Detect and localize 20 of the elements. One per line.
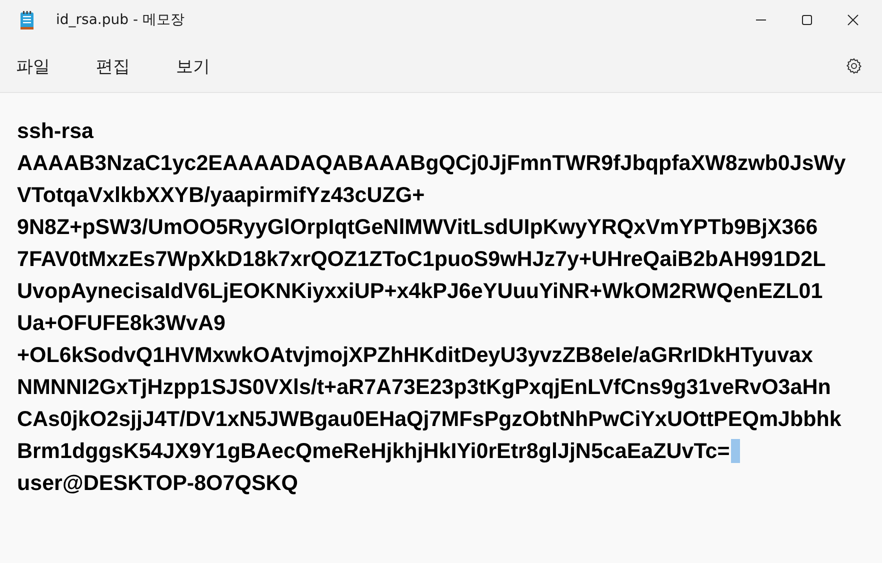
- text-line: NMNNI2GxTjHzpp1SJS0VXls/t+aR7A73E23p3tKgPxqjEnLVfCns9g31veRvO3aHn: [17, 374, 831, 401]
- maximize-icon: [801, 14, 813, 26]
- settings-icon: [845, 57, 863, 75]
- menu-item[interactable]: 보기: [166, 48, 220, 84]
- menu-item[interactable]: 파일: [6, 48, 60, 84]
- window-title: id_rsa.pub - 메모장: [56, 11, 186, 29]
- text-line: user@DESKTOP-8O7QSKQ: [17, 470, 298, 497]
- text-line: CAs0jkO2sjjJ4T/DV1xN5JWBgau0EHaQj7MFsPgzObtNhPwCiYxUOttPEQmJbbhk: [17, 406, 842, 433]
- text-line: 7FAV0tMxzEs7WpXkD18k7xrQOZ1ZToC1puoS9wHJz7y+UHreQaiB2bAH991D2L: [17, 246, 826, 273]
- close-icon: [847, 14, 859, 26]
- text-line: UvopAynecisaIdV6LjEOKNKiyxxiUP+x4kPJ6eYUuuYiNR+WkOM2RWQenEZL01: [17, 278, 823, 305]
- text-line: Brm1dggsK54JX9Y1gBAecQmeReHjkhjHkIYi0rEtr8glJjN5caEaZUvTc=: [17, 438, 730, 465]
- menu-item[interactable]: 편집: [86, 48, 140, 84]
- text-line: AAAAB3NzaC1yc2EAAAADAQABAAABgQCj0JjFmnTWR9fJbqpfaXW8zwb0JsWy: [17, 150, 846, 177]
- text-line: VTotqaVxlkbXXYB/yaapirmifYz43cUZG+: [17, 182, 425, 209]
- text-line: Ua+OFUFE8k3WvA9: [17, 310, 226, 337]
- text-line: +OL6kSodvQ1HVMxwkOAtvjmojXPZhHKditDeyU3yvzZB8eIe/aGRrIDkHTyuvax: [17, 342, 813, 369]
- text-line: 9N8Z+pSW3/UmOO5RyyGlOrpIqtGeNlMWVitLsdUIpKwyYRQxVmYPTb9BjX366: [17, 214, 818, 241]
- notepad-icon: [20, 10, 34, 30]
- text-line: ssh-rsa: [17, 118, 94, 145]
